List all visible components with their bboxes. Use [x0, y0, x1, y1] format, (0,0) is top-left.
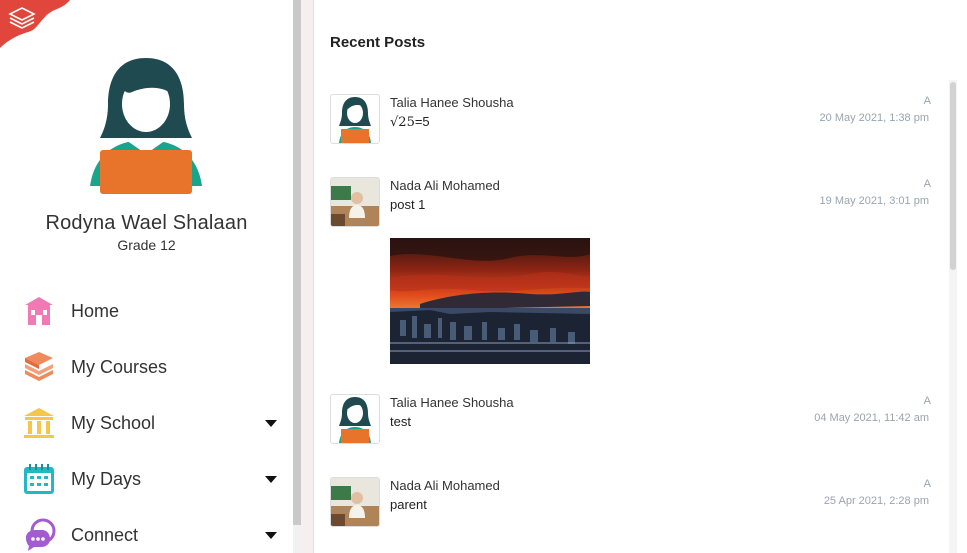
teacher-photo-icon	[331, 478, 379, 526]
chevron-down-icon[interactable]	[265, 475, 277, 483]
chevron-down-icon[interactable]	[265, 419, 277, 427]
post-author[interactable]: Talia Hanee Shousha	[390, 95, 514, 110]
post-author[interactable]: Nada Ali Mohamed	[390, 178, 500, 193]
nav-item-home[interactable]: Home	[0, 289, 293, 333]
author-avatar[interactable]	[330, 177, 380, 227]
post-text: parent	[390, 497, 427, 512]
app-window: Rodyna Wael Shalaan Grade 12 Home My Cou…	[0, 0, 967, 553]
nav-label-home: Home	[71, 300, 120, 321]
nav-label-my-school: My School	[71, 412, 156, 433]
sidebar: Rodyna Wael Shalaan Grade 12 Home My Cou…	[0, 0, 293, 553]
nav-item-my-courses[interactable]: My Courses	[0, 345, 293, 389]
post-author[interactable]: Talia Hanee Shousha	[390, 395, 514, 410]
post-badge: A	[923, 395, 931, 407]
post-badge: A	[923, 178, 931, 190]
school-building-icon	[24, 408, 54, 438]
books-icon	[25, 352, 53, 381]
chevron-down-icon[interactable]	[265, 531, 277, 539]
sidebar-scrollbar-thumb[interactable]	[293, 0, 301, 525]
main-content: Recent Posts Talia Hanee Shousha √25=5 A…	[314, 0, 967, 553]
radicand: 25	[398, 115, 415, 130]
student-avatar-icon	[339, 97, 371, 143]
main-scrollbar-thumb[interactable]	[950, 82, 956, 270]
post-badge: A	[923, 478, 931, 490]
post-text-suffix: =5	[414, 114, 430, 129]
nav-item-my-days[interactable]: My Days	[0, 457, 293, 501]
nav-item-connect[interactable]: Connect	[0, 513, 293, 553]
home-school-icon	[25, 297, 53, 325]
post-date: 20 May 2021, 1:38 pm	[819, 112, 929, 124]
nav-label-my-days: My Days	[71, 468, 142, 489]
recent-posts-heading: Recent Posts	[330, 34, 426, 51]
post-badge: A	[923, 95, 931, 107]
post-text: test	[390, 414, 411, 429]
app-logo-icon[interactable]	[0, 0, 70, 48]
author-avatar[interactable]	[330, 477, 380, 527]
post-date: 25 Apr 2021, 2:28 pm	[823, 495, 929, 507]
post-date: 04 May 2021, 11:42 am	[814, 412, 929, 424]
post-author[interactable]: Nada Ali Mohamed	[390, 478, 500, 493]
author-avatar[interactable]	[330, 94, 380, 144]
chat-bubble-icon	[26, 518, 56, 551]
post-text: √25=5	[390, 114, 430, 130]
post-attachment-image[interactable]	[390, 238, 590, 364]
calendar-icon	[24, 464, 54, 494]
panel-divider	[301, 0, 314, 553]
post-text: post 1	[390, 197, 426, 212]
nav-label-my-courses: My Courses	[71, 356, 168, 377]
student-avatar-icon	[339, 397, 371, 443]
profile-name: Rodyna Wael Shalaan	[45, 212, 248, 234]
nav-label-connect: Connect	[71, 524, 139, 545]
student-avatar-icon[interactable]	[86, 56, 206, 196]
profile-grade: Grade 12	[117, 237, 176, 253]
nav-item-my-school[interactable]: My School	[0, 401, 293, 445]
author-avatar[interactable]	[330, 394, 380, 444]
teacher-photo-icon	[331, 178, 379, 226]
post-date: 19 May 2021, 3:01 pm	[819, 195, 929, 207]
